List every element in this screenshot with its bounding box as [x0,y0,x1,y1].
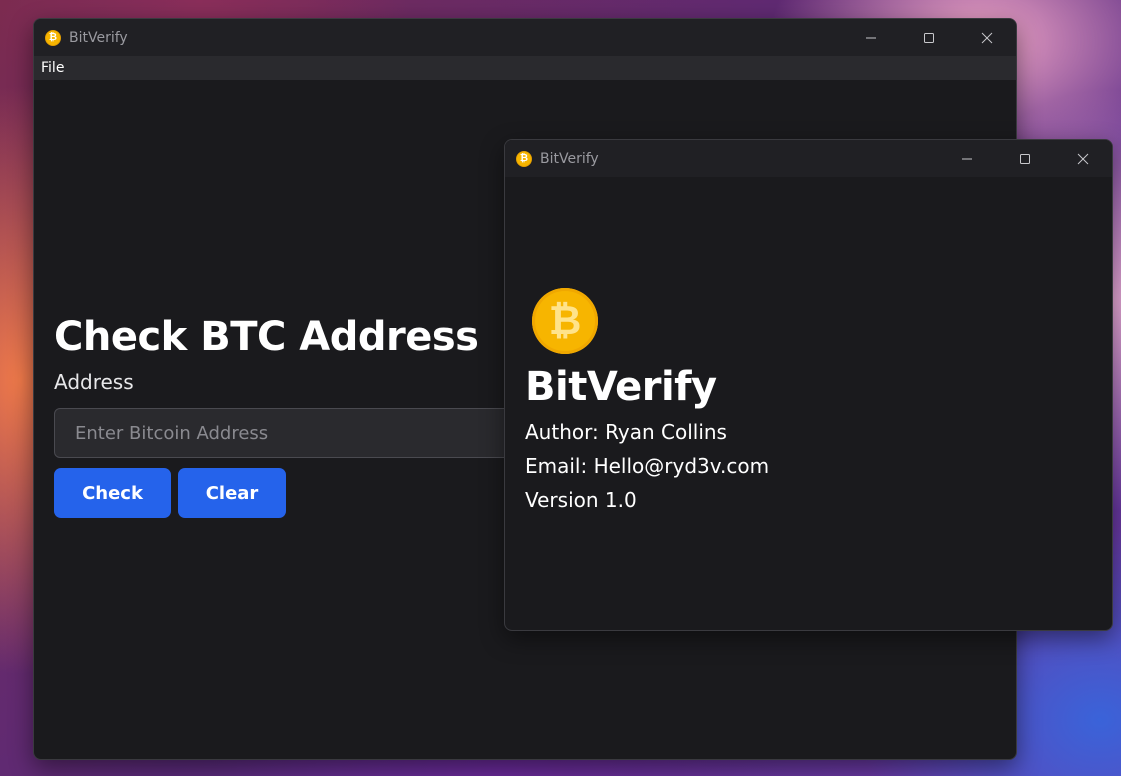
main-titlebar[interactable]: ₿ BitVerify [34,19,1016,56]
window-controls [938,140,1112,177]
minimize-button[interactable] [842,19,900,56]
clear-button[interactable]: Clear [178,468,286,518]
menubar: File [34,56,1016,80]
maximize-button[interactable] [900,19,958,56]
menu-file[interactable]: File [34,60,71,76]
address-label: Address [54,370,134,394]
about-author: Author: Ryan Collins [525,420,727,444]
maximize-icon [1020,153,1030,164]
about-window-title: BitVerify [540,150,599,167]
bitcoin-logo-icon: ₿ [532,288,598,354]
maximize-icon [924,32,934,43]
about-content: ₿ BitVerify Author: Ryan Collins Email: … [525,288,769,512]
about-version: Version 1.0 [525,488,637,512]
maximize-button[interactable] [996,140,1054,177]
about-email: Email: Hello@ryd3v.com [525,454,770,478]
bitcoin-icon: ₿ [516,150,532,167]
window-title: BitVerify [69,29,128,46]
button-row: Check Clear [54,468,524,518]
minimize-icon [866,37,876,38]
about-titlebar[interactable]: ₿ BitVerify [505,140,1112,177]
page-title: Check BTC Address [54,314,479,360]
address-input[interactable] [54,408,524,458]
minimize-button[interactable] [938,140,996,177]
window-controls [842,19,1016,56]
close-icon [1077,153,1089,164]
check-form: Check BTC Address Address Check Clear [54,314,524,518]
about-app-name: BitVerify [525,364,717,410]
close-button[interactable] [958,19,1016,56]
minimize-icon [962,158,972,159]
bitcoin-icon: ₿ [45,29,61,46]
check-button[interactable]: Check [54,468,171,518]
close-icon [981,32,993,43]
close-button[interactable] [1054,140,1112,177]
about-window: ₿ BitVerify ₿ BitVerify Author: Ryan Col… [504,139,1113,631]
